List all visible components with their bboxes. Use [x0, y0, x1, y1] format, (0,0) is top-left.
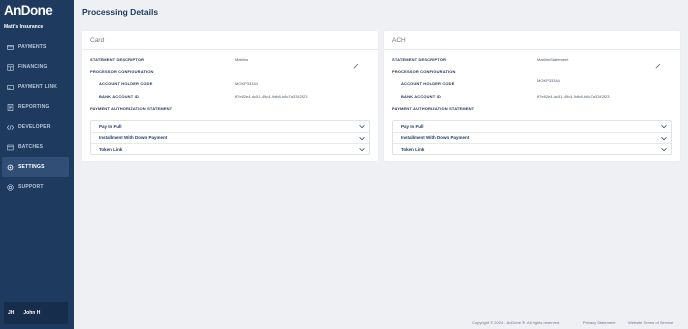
accordion-item-label: Installment With Down Payment [401, 135, 470, 141]
settings-icon [6, 163, 14, 171]
bank-account-id-label: BANK ACCOUNT ID [401, 94, 441, 99]
statement-descriptor-label: STATEMENT DESCRIPTOR [90, 57, 145, 62]
payment-authorization-statement-label: PAYMENT AUTHORIZATION STATEMENT [392, 106, 475, 111]
bank-account-id-label: BANK ACCOUNT ID [99, 94, 139, 99]
chevron-down-icon [661, 125, 667, 129]
sidebar-item-label: REPORTING [18, 104, 50, 110]
andone-logo[interactable]: AnDone [4, 3, 53, 18]
payment-link-icon [6, 83, 14, 91]
sidebar-item-label: PAYMENT LINK [18, 84, 58, 90]
accordion-item-label: Pay In Full [99, 123, 122, 129]
sidebar-item-label: PAYMENTS [18, 44, 47, 50]
chevron-down-icon [661, 148, 667, 152]
sidebar-item-financing[interactable]: FINANCING [0, 57, 74, 77]
developer-icon [6, 123, 14, 131]
accordion-item-installment[interactable]: Installment With Down Payment [393, 133, 671, 144]
sidebar-nav: PAYMENTS FINANCING PAYMENT LINK REPORTIN… [0, 37, 74, 197]
accordion-item-token-link[interactable]: Token Link [393, 144, 671, 156]
accordion-item-label: Token Link [99, 147, 123, 153]
account-holder-code-label: ACCOUNT HOLDER CODE [401, 81, 455, 86]
account-holder-code-value: MOKP33344 [537, 78, 560, 83]
account-holder-code-value: MOKP33344 [235, 81, 258, 86]
chevron-down-icon [661, 136, 667, 140]
processor-configuration-label: PROCESSOR CONFIGURATION [90, 69, 154, 74]
org-name: Matt's Insurance [4, 24, 44, 30]
sidebar-item-label: SUPPORT [18, 184, 44, 190]
avatar: JH [8, 310, 15, 316]
support-icon [6, 183, 14, 191]
authorization-accordion: Pay In Full Installment With Down Paymen… [392, 120, 672, 155]
divider [384, 49, 680, 50]
authorization-accordion: Pay In Full Installment With Down Paymen… [90, 120, 370, 155]
accordion-item-pay-in-full[interactable]: Pay In Full [393, 121, 671, 133]
sidebar-item-payments[interactable]: PAYMENTS [0, 37, 74, 57]
sidebar-item-label: DEVELOPER [18, 124, 51, 130]
sidebar: AnDone Matt's Insurance PAYMENTS FINANCI… [0, 0, 74, 329]
page-title: Processing Details [82, 7, 159, 17]
user-menu[interactable]: JH John H [4, 302, 68, 324]
payment-authorization-statement-label: PAYMENT AUTHORIZATION STATEMENT [90, 106, 173, 111]
accordion-item-token-link[interactable]: Token Link [91, 144, 369, 156]
statement-descriptor-value: MattIns [235, 57, 249, 62]
statement-descriptor-value: MattInsStatement [537, 57, 569, 62]
accordion-item-installment[interactable]: Installment With Down Payment [91, 133, 369, 144]
user-name: John H [23, 310, 41, 316]
chevron-down-icon [359, 125, 365, 129]
terms-of-service-link[interactable]: Website Terms of Service [628, 320, 673, 325]
edit-icon[interactable] [353, 56, 359, 69]
chevron-down-icon [359, 136, 365, 140]
sidebar-item-batches[interactable]: BATCHES [0, 137, 74, 157]
accordion-item-label: Token Link [401, 147, 425, 153]
divider [82, 49, 378, 50]
financing-icon [6, 63, 14, 71]
chevron-down-icon [359, 148, 365, 152]
ach-processing-panel: ACH STATEMENT DESCRIPTOR MattInsStatemen… [384, 31, 680, 161]
batches-icon [6, 143, 14, 151]
sidebar-item-label: FINANCING [18, 64, 48, 70]
footer-copyright: Copyright © 2024 - AnDone ®. All rights … [472, 320, 561, 325]
sidebar-item-label: BATCHES [18, 144, 44, 150]
sidebar-item-payment-link[interactable]: PAYMENT LINK [0, 77, 74, 97]
reporting-icon [6, 103, 14, 111]
edit-icon[interactable] [655, 56, 661, 69]
sidebar-item-label: SETTINGS [18, 164, 45, 170]
privacy-statement-link[interactable]: Privacy Statement [583, 320, 615, 325]
panel-title: ACH [392, 37, 406, 44]
sidebar-item-support[interactable]: SUPPORT [0, 177, 74, 197]
processor-configuration-label: PROCESSOR CONFIGURATION [392, 69, 456, 74]
accordion-item-pay-in-full[interactable]: Pay In Full [91, 121, 369, 133]
accordion-item-label: Pay In Full [401, 123, 424, 129]
sidebar-item-reporting[interactable]: REPORTING [0, 97, 74, 117]
account-holder-code-label: ACCOUNT HOLDER CODE [99, 81, 153, 86]
sidebar-item-settings[interactable]: SETTINGS [2, 157, 69, 177]
panel-title: Card [90, 37, 105, 44]
accordion-item-label: Installment With Down Payment [99, 135, 168, 141]
card-processing-panel: Card STATEMENT DESCRIPTOR MattIns PROCES… [82, 31, 378, 161]
bank-account-id-value: ff7e62e4-dc51-49c4-9db8-b8c7a3342f23 [235, 94, 308, 99]
sidebar-item-developer[interactable]: DEVELOPER [0, 117, 74, 137]
statement-descriptor-label: STATEMENT DESCRIPTOR [392, 57, 447, 62]
bank-account-id-value: ff7e62e4-dc51-49c4-9db8-b8c7a3342f23 [537, 94, 610, 99]
payments-icon [6, 43, 14, 51]
